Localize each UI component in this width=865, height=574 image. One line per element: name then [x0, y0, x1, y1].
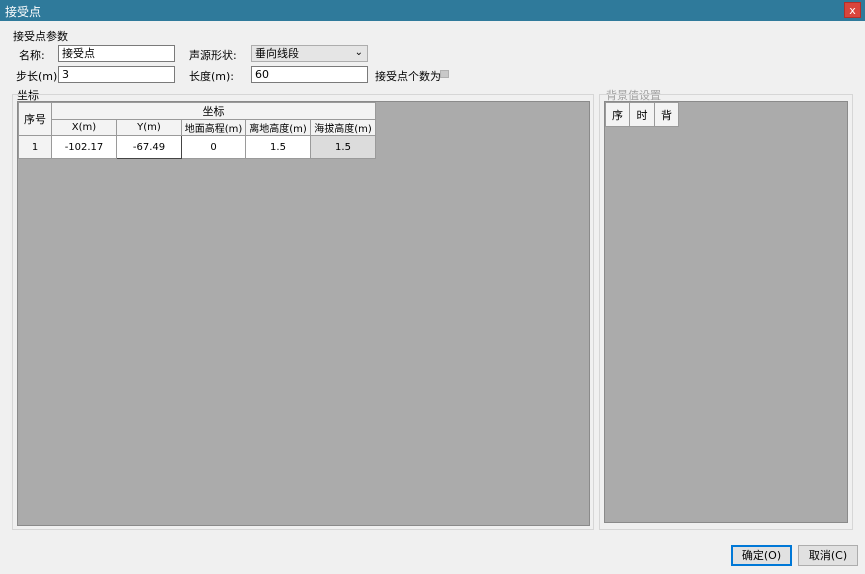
- bg-header-time: 时: [629, 102, 655, 127]
- header-seq: 序号: [18, 102, 52, 136]
- params-section-label: 接受点参数: [13, 30, 68, 43]
- chevron-down-icon: ⌄: [354, 47, 363, 58]
- ok-button[interactable]: 确定(O): [731, 545, 792, 566]
- cell-ground[interactable]: 0: [181, 135, 246, 159]
- step-input[interactable]: 3: [58, 66, 175, 83]
- cell-altitude: 1.5: [310, 135, 376, 159]
- background-table: 序 时 背: [605, 102, 679, 127]
- window-title: 接受点: [5, 5, 42, 19]
- close-button[interactable]: x: [844, 2, 861, 18]
- count-label: 接受点个数为: [375, 70, 441, 83]
- header-y: Y(m): [116, 119, 182, 136]
- cell-x[interactable]: -102.17: [51, 135, 117, 159]
- bg-header-seq: 序: [605, 102, 630, 127]
- header-ground: 地面高程(m): [181, 119, 246, 136]
- length-label: 长度(m):: [189, 70, 235, 83]
- step-label: 步长(m):: [16, 70, 62, 83]
- cancel-button[interactable]: 取消(C): [798, 545, 858, 566]
- cell-y[interactable]: -67.49: [116, 135, 182, 159]
- flag-icon: [440, 70, 449, 78]
- title-bar: 接受点 x: [0, 0, 865, 21]
- name-input[interactable]: 接受点: [58, 45, 175, 62]
- shape-select-value: 垂向线段: [255, 47, 299, 60]
- shape-select[interactable]: 垂向线段 ⌄: [251, 45, 368, 62]
- name-label: 名称:: [19, 49, 45, 62]
- length-input[interactable]: 60: [251, 66, 368, 83]
- coords-table: 序号 坐标 X(m) Y(m) 地面高程(m) 离地高度(m) 海拔高度(m) …: [18, 102, 376, 159]
- header-altitude: 海拔高度(m): [310, 119, 376, 136]
- coords-grid-panel: 序号 坐标 X(m) Y(m) 地面高程(m) 离地高度(m) 海拔高度(m) …: [17, 101, 590, 526]
- cell-height[interactable]: 1.5: [245, 135, 311, 159]
- table-row[interactable]: 1 -102.17 -67.49 0 1.5 1.5: [18, 135, 376, 159]
- header-height: 离地高度(m): [245, 119, 311, 136]
- background-grid-panel: 序 时 背: [604, 101, 848, 523]
- row-seq[interactable]: 1: [18, 135, 52, 159]
- shape-label: 声源形状:: [189, 49, 237, 62]
- header-x: X(m): [51, 119, 117, 136]
- bg-header-value: 背: [654, 102, 679, 127]
- header-coords-group: 坐标: [51, 102, 376, 120]
